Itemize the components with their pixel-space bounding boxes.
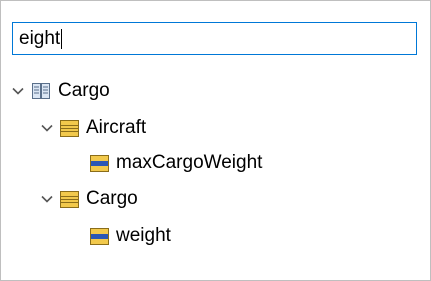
tree-node-aircraft[interactable]: Aircraft	[40, 115, 146, 141]
tree-node-label: Cargo	[58, 80, 110, 101]
tree-node-cargo-entity[interactable]: Cargo	[40, 186, 138, 212]
chevron-down-icon[interactable]	[40, 192, 54, 206]
chevron-down-icon[interactable]	[11, 84, 25, 98]
entity-table-icon	[60, 119, 79, 137]
tree-node-label: maxCargoWeight	[116, 152, 263, 173]
tree-node-weight[interactable]: weight	[90, 223, 171, 249]
data-model-book-icon	[32, 83, 50, 99]
attribute-field-icon	[90, 227, 109, 245]
tree-node-root[interactable]: Cargo	[11, 78, 110, 104]
attribute-field-icon	[90, 154, 109, 172]
tree-node-maxcargoweight[interactable]: maxCargoWeight	[90, 150, 262, 176]
search-tree-panel: eight Cargo Aircraft maxCargoWeight Carg…	[0, 0, 431, 281]
chevron-down-icon[interactable]	[40, 121, 54, 135]
tree-node-label: Cargo	[86, 188, 138, 209]
entity-table-icon	[60, 190, 79, 208]
tree-node-label: weight	[116, 225, 171, 246]
tree-view: Cargo Aircraft maxCargoWeight Cargo weig…	[1, 1, 430, 280]
tree-node-label: Aircraft	[86, 117, 147, 138]
